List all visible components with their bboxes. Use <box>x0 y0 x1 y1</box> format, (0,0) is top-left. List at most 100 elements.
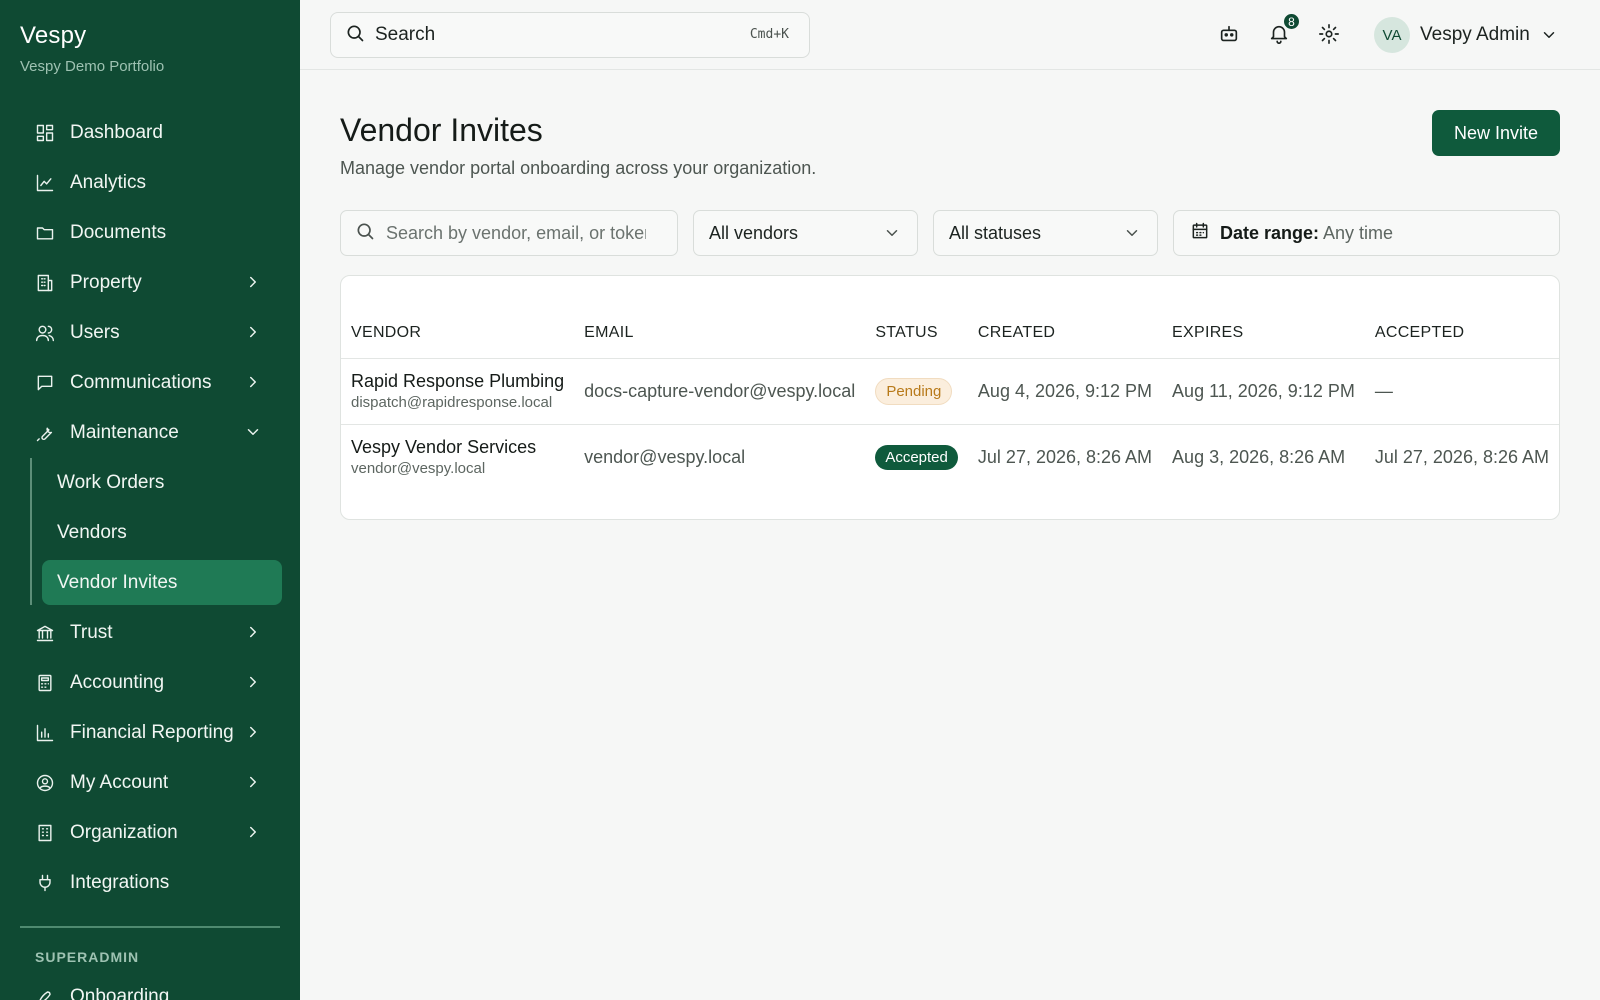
message-icon <box>35 373 55 393</box>
status-badge: Pending <box>875 377 953 405</box>
chevron-right-icon <box>244 373 262 391</box>
vendor-name: Rapid Response Plumbing <box>351 371 565 391</box>
sidebar-item-vendors[interactable]: Vendors <box>32 508 300 558</box>
maintenance-subnav: Work Orders Vendors Vendor Invites <box>30 458 300 605</box>
page-subtitle: Manage vendor portal onboarding across y… <box>340 158 817 178</box>
new-invite-button[interactable]: New Invite <box>1432 110 1560 156</box>
avatar: VA <box>1374 17 1410 53</box>
calendar-icon <box>1190 221 1210 246</box>
sidebar-item-label: Maintenance <box>70 422 179 443</box>
filter-search[interactable] <box>340 210 678 256</box>
sidebar-item-accounting[interactable]: Accounting <box>0 658 300 708</box>
cell-accepted: Jul 27, 2026, 8:26 AM <box>1374 446 1549 467</box>
status-badge: Accepted <box>875 444 958 470</box>
table-header-row: VENDOR EMAIL STATUS CREATED EXPIRES ACCE… <box>341 276 1559 359</box>
chevron-down-icon <box>244 423 262 441</box>
cell-status: Accepted <box>865 424 968 490</box>
vendor-name: Vespy Vendor Services <box>351 437 537 458</box>
section-label-superadmin: SUPERADMIN <box>35 949 140 965</box>
gear-icon[interactable] <box>1318 23 1342 47</box>
sidebar-item-label: Property <box>70 272 142 293</box>
sidebar-item-label: Accounting <box>70 672 165 693</box>
column-header-email[interactable]: EMAIL <box>574 276 866 359</box>
notification-badge: 8 <box>1282 12 1301 31</box>
sidebar-item-communications[interactable]: Communications <box>0 358 300 408</box>
sidebar-item-maintenance[interactable]: Maintenance <box>0 408 300 458</box>
sidebar-item-organization[interactable]: Organization <box>0 808 300 858</box>
sidebar-item-label: My Account <box>70 772 169 793</box>
sidebar-item-property[interactable]: Property <box>0 258 300 308</box>
sidebar-item-work-orders[interactable]: Work Orders <box>32 458 300 508</box>
chevron-right-icon <box>244 723 262 741</box>
sidebar-item-my-account[interactable]: My Account <box>0 758 300 808</box>
user-menu[interactable]: VA Vespy Admin <box>1374 17 1558 53</box>
cell-vendor: Rapid Response Plumbing dispatch@rapidre… <box>341 358 575 425</box>
topbar: Search Cmd+K 8 VA Vespy Admin <box>300 0 1600 70</box>
line-chart-icon <box>35 173 55 193</box>
wrench-icon <box>35 423 55 443</box>
sidebar-item-label: Integrations <box>70 872 170 893</box>
sidebar-item-integrations[interactable]: Integrations <box>0 858 300 908</box>
brand-subtitle: Vespy Demo Portfolio <box>20 58 165 75</box>
vendor-contact-email: dispatch@rapidresponse.local <box>351 394 553 411</box>
chevron-right-icon <box>244 673 262 691</box>
sidebar-item-label: Analytics <box>70 172 147 193</box>
column-header-accepted[interactable]: ACCEPTED <box>1364 276 1559 359</box>
chevron-down-icon <box>1540 26 1558 44</box>
sidebar-item-vendor-invites[interactable]: Vendor Invites <box>42 560 282 605</box>
column-header-vendor[interactable]: VENDOR <box>341 276 575 359</box>
vendor-select[interactable]: All vendors <box>693 210 918 256</box>
brand: Vespy Vespy Demo Portfolio <box>20 22 164 75</box>
sidebar-item-label: Onboarding <box>70 986 170 1000</box>
users-icon <box>35 323 55 343</box>
sidebar-item-label: Communications <box>70 372 212 393</box>
chevron-right-icon <box>244 623 262 641</box>
column-header-created[interactable]: CREATED <box>967 276 1163 359</box>
sidebar-item-label: Dashboard <box>70 122 163 143</box>
dashboard-icon <box>35 123 55 143</box>
cell-expires: Aug 3, 2026, 8:26 AM <box>1172 446 1346 467</box>
cell-email: vendor@vespy.local <box>584 446 746 467</box>
sidebar-item-onboarding[interactable]: Onboarding <box>0 972 300 1000</box>
sidebar-item-label: Users <box>70 322 120 343</box>
sidebar-item-label: Documents <box>70 222 167 243</box>
search-icon <box>345 23 365 48</box>
column-header-status[interactable]: STATUS <box>865 276 968 359</box>
bar-chart-icon <box>35 723 55 743</box>
sidebar-item-financial-reporting[interactable]: Financial Reporting <box>0 708 300 758</box>
sidebar: Vespy Vespy Demo Portfolio Dashboard Ana… <box>0 0 300 1000</box>
column-header-expires[interactable]: EXPIRES <box>1162 276 1365 359</box>
sidebar-item-analytics[interactable]: Analytics <box>0 158 300 208</box>
status-select[interactable]: All statuses <box>933 210 1158 256</box>
sidebar-nav: Dashboard Analytics Documents Property U… <box>0 108 300 908</box>
office-building-icon <box>35 823 55 843</box>
global-search[interactable]: Search Cmd+K <box>330 12 810 58</box>
cell-created: Jul 27, 2026, 8:26 AM <box>977 446 1153 467</box>
brand-name: Vespy <box>20 22 87 49</box>
chevron-right-icon <box>244 823 262 841</box>
notifications-button[interactable]: 8 <box>1268 12 1301 49</box>
page-title: Vendor Invites <box>340 112 543 148</box>
sidebar-item-label: Trust <box>70 622 113 643</box>
user-name: Vespy Admin <box>1420 24 1530 45</box>
date-range-picker[interactable]: Date range: Any time <box>1173 210 1560 256</box>
table-row[interactable]: Vespy Vendor Services vendor@vespy.local… <box>341 424 1559 490</box>
sidebar-item-label: Organization <box>70 822 178 843</box>
vendor-contact-email: vendor@vespy.local <box>351 460 486 478</box>
chevron-down-icon <box>1123 224 1141 242</box>
sidebar-item-dashboard[interactable]: Dashboard <box>0 108 300 158</box>
filter-search-input[interactable] <box>386 222 646 244</box>
cell-status: Pending <box>865 358 968 425</box>
sidebar-item-label: Financial Reporting <box>70 722 234 743</box>
table-row[interactable]: Rapid Response Plumbing dispatch@rapidre… <box>341 358 1559 425</box>
sidebar-item-users[interactable]: Users <box>0 308 300 358</box>
vendor-select-value: All vendors <box>709 222 799 243</box>
calculator-icon <box>35 673 55 693</box>
sidebar-item-documents[interactable]: Documents <box>0 208 300 258</box>
search-icon <box>355 221 375 246</box>
bell-icon <box>1268 25 1290 49</box>
cell-expires: Aug 11, 2026, 9:12 PM <box>1162 358 1365 425</box>
sidebar-item-trust[interactable]: Trust <box>0 608 300 658</box>
search-label: Search <box>375 24 436 45</box>
bot-icon[interactable] <box>1218 23 1242 47</box>
